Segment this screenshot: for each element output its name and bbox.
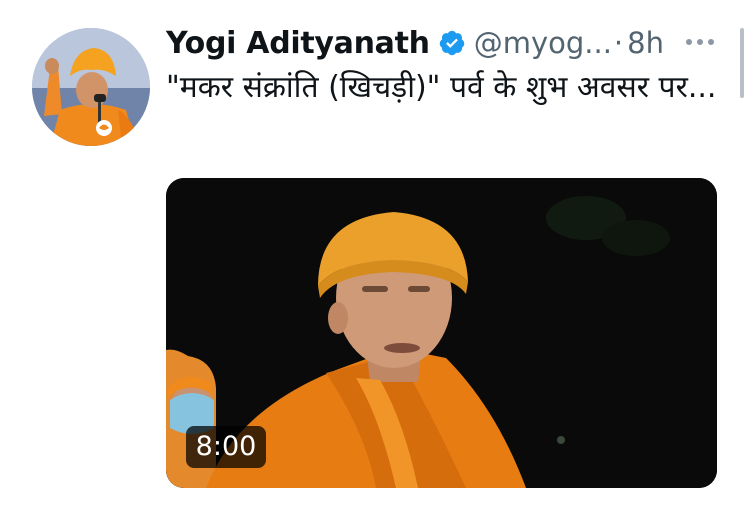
display-name[interactable]: Yogi Adityanath xyxy=(166,26,430,61)
tweet-card[interactable]: Yogi Adityanath @myog... · 8h "मकर संक्र… xyxy=(0,0,750,505)
user-handle[interactable]: @myog... xyxy=(474,26,612,60)
timestamp[interactable]: 8h xyxy=(627,26,664,60)
more-options-icon[interactable] xyxy=(684,33,716,51)
tweet-header: Yogi Adityanath @myog... · 8h xyxy=(166,20,664,66)
header-separator: · xyxy=(613,26,624,60)
video-duration-badge: 8:00 xyxy=(186,426,266,468)
avatar[interactable] xyxy=(32,28,150,146)
tweet-text: "मकर संक्रांति (खिचड़ी)" पर्व के शुभ अवस… xyxy=(166,70,717,105)
verified-badge-icon xyxy=(438,29,466,57)
scrollbar[interactable] xyxy=(740,28,744,98)
avatar-image xyxy=(32,28,150,146)
